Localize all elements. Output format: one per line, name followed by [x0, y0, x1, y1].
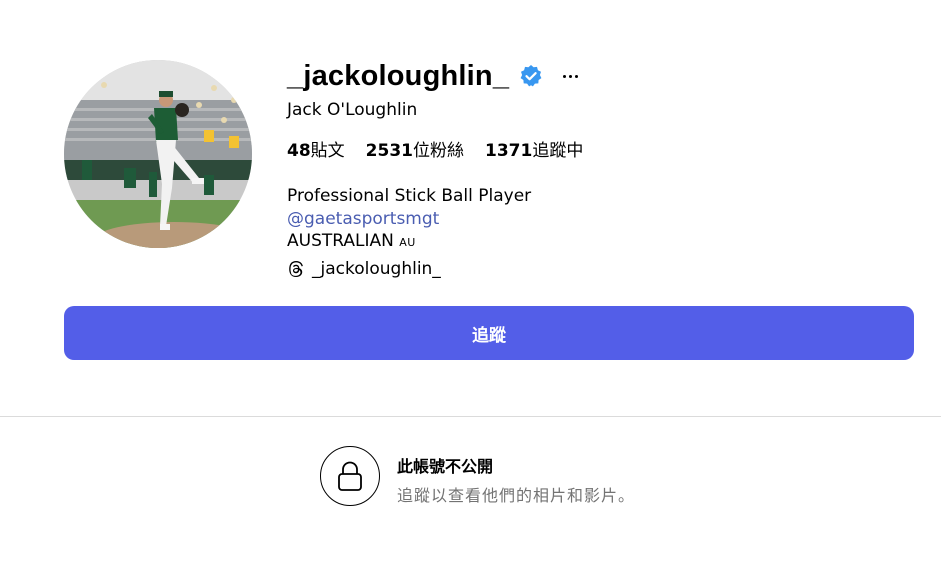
private-account-title: 此帳號不公開 — [397, 457, 494, 476]
private-lock-badge — [320, 446, 380, 506]
threads-handle: _jackoloughlin_ — [312, 258, 441, 279]
following-count: 1371 — [485, 141, 533, 161]
lock-icon — [338, 461, 362, 491]
threads-link[interactable]: _jackoloughlin_ — [287, 258, 531, 281]
section-divider — [0, 416, 941, 417]
profile-full-name: Jack O'Loughlin — [287, 100, 418, 120]
bio-nationality: AUSTRALIAN AU — [287, 230, 531, 255]
avatar-photo — [64, 60, 252, 248]
bio-mention-link[interactable]: @gaetasportsmgt — [287, 208, 531, 231]
bio-line: Professional Stick Ball Player — [287, 186, 532, 206]
verified-badge-icon — [520, 65, 542, 87]
username-row: _jackoloughlin_ — [287, 56, 579, 96]
following-stat[interactable]: 1371追蹤中 — [485, 136, 583, 161]
posts-count: 48 — [287, 141, 311, 161]
profile-stats: 48貼文 2531位粉絲 1371追蹤中 — [287, 136, 583, 161]
flag-label: AU — [399, 236, 416, 249]
followers-stat[interactable]: 2531位粉絲 — [366, 136, 464, 161]
profile-username: _jackoloughlin_ — [287, 59, 510, 92]
profile-page: _jackoloughlin_ Jack O'Loughlin 48貼文 253… — [0, 0, 941, 572]
follow-button[interactable]: 追蹤 — [64, 306, 914, 360]
private-account-subtitle: 追蹤以查看他們的相片和影片。 — [397, 486, 636, 505]
posts-stat: 48貼文 — [287, 136, 345, 161]
followers-count: 2531 — [365, 141, 413, 161]
following-label: 追蹤中 — [532, 141, 584, 161]
followers-label: 位粉絲 — [413, 141, 464, 161]
more-options-icon[interactable] — [563, 64, 579, 88]
bio-nationality-text: AUSTRALIAN — [287, 231, 394, 251]
follow-button-label: 追蹤 — [472, 325, 506, 346]
threads-icon — [289, 260, 303, 277]
profile-avatar[interactable] — [64, 60, 252, 248]
posts-label: 貼文 — [310, 141, 345, 161]
profile-bio: Professional Stick Ball Player @gaetaspo… — [287, 185, 531, 280]
